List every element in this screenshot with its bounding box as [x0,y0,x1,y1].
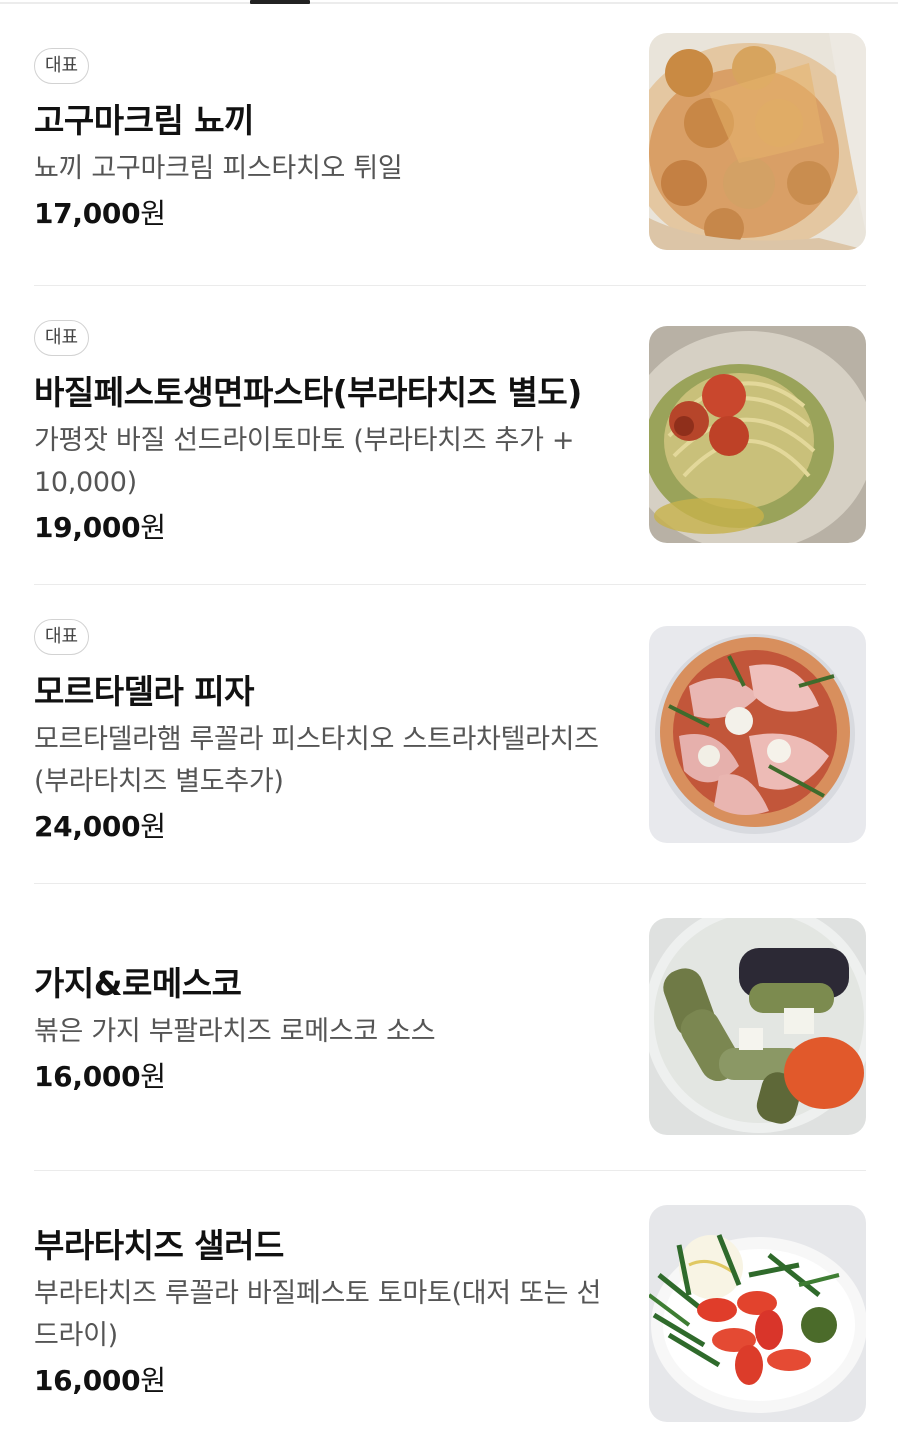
menu-item-name: 부라타치즈 샐러드 [34,1226,284,1265]
menu-item[interactable]: 대표 모르타델라 피자 모르타델라햄 루꼴라 피스타치오 스트라차텔라치즈 (부… [0,585,898,884]
menu-item-name: 모르타델라 피자 [34,672,255,711]
featured-badge: 대표 [34,320,90,356]
menu-item-price: 19,000원 [34,511,166,544]
gnocchi-photo[interactable] [649,33,866,250]
menu-item-name: 고구마크림 뇨끼 [34,101,255,140]
menu-item-description: 볶은 가지 부팔라치즈 로메스코 소스 [34,1016,436,1047]
menu-item-name: 바질페스토생면파스타(부라타치즈 별도) [34,373,582,412]
menu-item-price: 17,000원 [34,197,166,230]
menu-item[interactable]: 대표 바질페스토생면파스타(부라타치즈 별도) 가평잣 바질 선드라이토마토 (… [0,286,898,585]
menu-item-price: 16,000원 [34,1364,166,1397]
pesto-pasta-photo[interactable] [649,326,866,543]
menu-item[interactable]: 대표 고구마크림 뇨끼 뇨끼 고구마크림 피스타치오 튀일 17,000원 [0,4,898,286]
menu-item-price: 16,000원 [34,1060,166,1093]
burrata-salad-photo[interactable] [649,1205,866,1422]
featured-badge: 대표 [34,619,90,655]
menu-item-name: 가지&로메스코 [34,964,242,1003]
eggplant-romesco-photo[interactable] [649,918,866,1135]
menu-list: 대표 고구마크림 뇨끼 뇨끼 고구마크림 피스타치오 튀일 17,000원 대표… [0,4,898,1456]
menu-item-description: 부라타치즈 루꼴라 바질페스토 토마토(대저 또는 선드라이) [34,1278,601,1351]
menu-item-description: 뇨끼 고구마크림 피스타치오 튀일 [34,153,403,184]
menu-item-price: 24,000원 [34,810,166,843]
menu-item[interactable]: 가지&로메스코 볶은 가지 부팔라치즈 로메스코 소스 16,000원 [0,884,898,1171]
mortadella-pizza-photo[interactable] [649,626,866,843]
menu-item-description: 모르타델라햄 루꼴라 피스타치오 스트라차텔라치즈 (부라타치즈 별도추가) [34,724,599,797]
menu-item[interactable]: 부라타치즈 샐러드 부라타치즈 루꼴라 바질페스토 토마토(대저 또는 선드라이… [0,1171,898,1456]
featured-badge: 대표 [34,48,90,84]
menu-item-description: 가평잣 바질 선드라이토마토 (부라타치즈 추가 + 10,000) [34,425,575,498]
